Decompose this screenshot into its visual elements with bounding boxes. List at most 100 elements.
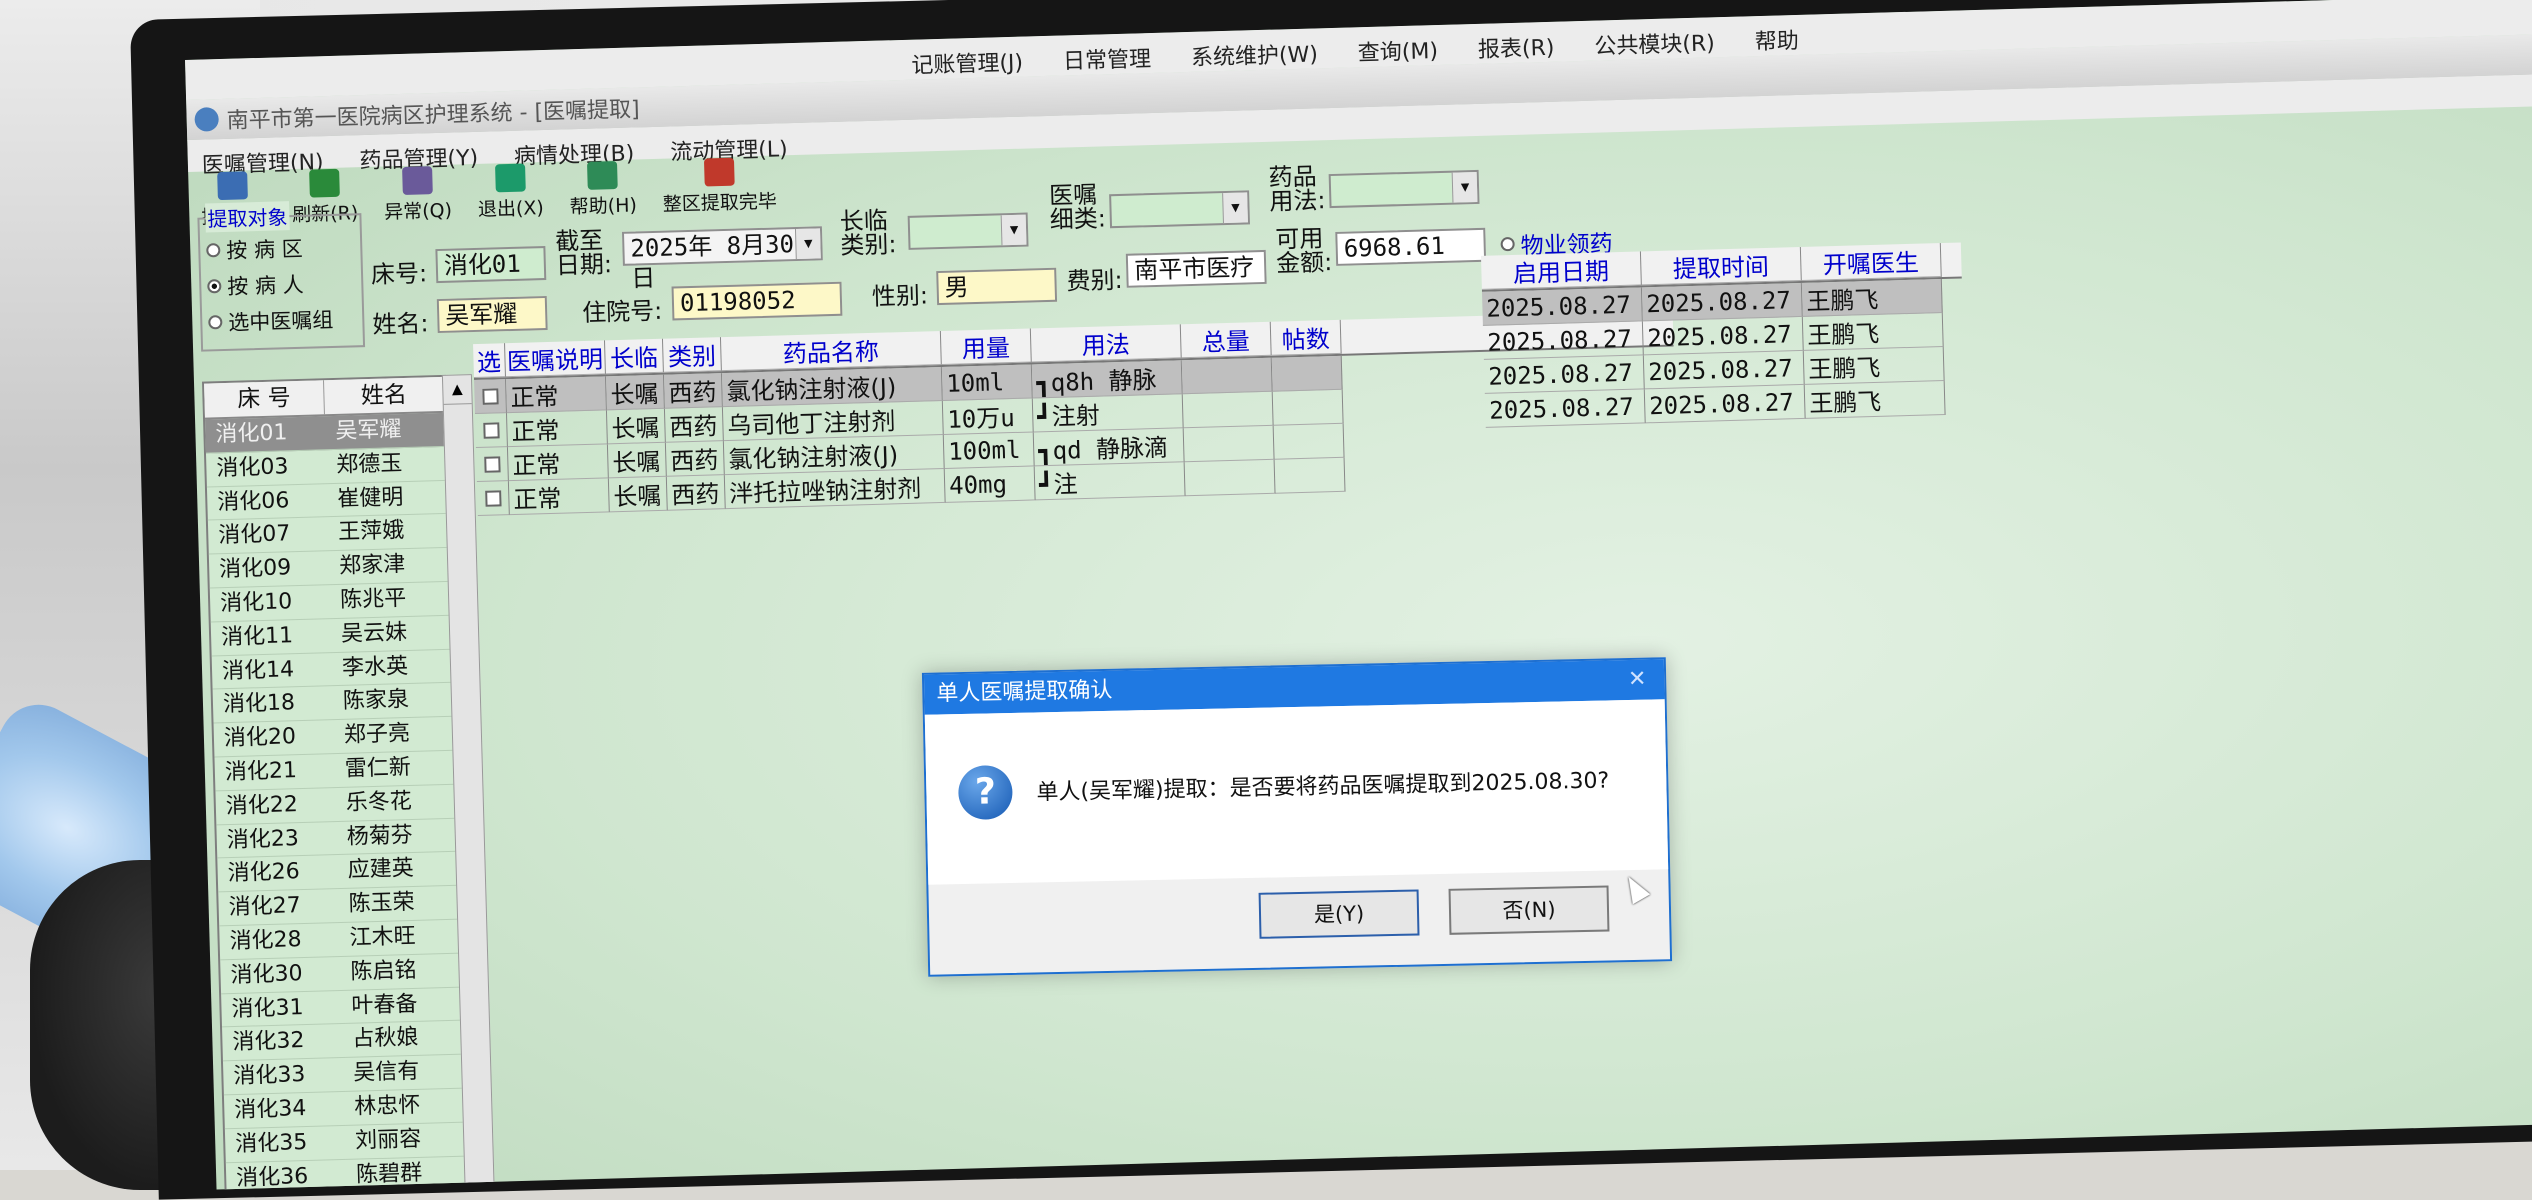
radio-selected-group[interactable]: 选中医嘱组	[208, 304, 334, 337]
dialog-message: 单人(吴军耀)提取：是否要将药品医嘱提取到2025.08.30?	[1036, 768, 1610, 806]
date-picker[interactable]: 2025年 8月30日 ▼	[621, 226, 823, 293]
menu-item-top[interactable]: 记账管理(J)	[905, 36, 1030, 79]
chevron-down-icon[interactable]: ▼	[1222, 192, 1248, 224]
orders-col-header[interactable]: 选	[473, 343, 506, 379]
order-cell	[1271, 355, 1343, 392]
amount-field[interactable]: 6968.61	[1335, 227, 1487, 266]
order-cell: 西药	[663, 373, 723, 409]
col-bed[interactable]: 床 号	[204, 380, 325, 418]
orders-col-header[interactable]: 医嘱说明	[505, 340, 606, 378]
patient-name: 林忠怀	[353, 1092, 421, 1120]
toolbar-button-label: 退出(X)	[477, 197, 545, 221]
patient-name: 郑家津	[338, 552, 406, 580]
toolbar-button-label: 异常(Q)	[383, 199, 453, 224]
order-checkbox[interactable]	[484, 489, 502, 507]
order-right-cell: 王鹏飞	[1802, 313, 1944, 351]
bed-field[interactable]: 消化01	[435, 246, 547, 284]
orders-right-col-header[interactable]: 提取时间	[1640, 246, 1802, 286]
menu-item-top[interactable]: 系统维护(W)	[1184, 28, 1324, 72]
menu-item-top[interactable]: 公共模块(R)	[1588, 17, 1722, 61]
order-cell: 正常	[508, 478, 610, 516]
scroll-up-icon[interactable]: ▲	[442, 375, 472, 405]
patient-bed: 消化03	[216, 454, 289, 482]
confirm-dialog: 单人医嘱提取确认 ✕ ? 单人(吴军耀)提取：是否要将药品医嘱提取到2025.0…	[921, 657, 1673, 977]
order-checkbox[interactable]	[481, 387, 499, 405]
orders-col-header[interactable]: 长临	[604, 338, 664, 375]
patient-bed: 消化34	[234, 1095, 307, 1123]
no-button[interactable]: 否(N)	[1448, 885, 1610, 935]
toolbar-button[interactable]: 异常(Q)	[383, 166, 452, 225]
patient-name: 郑德玉	[336, 450, 403, 478]
menu-item-top[interactable]: 报表(R)	[1471, 22, 1561, 64]
order-sub-label: 医嘱细类:	[1048, 180, 1107, 234]
question-icon: ?	[957, 764, 1013, 821]
chevron-down-icon[interactable]: ▼	[1000, 214, 1027, 246]
radio-by-ward[interactable]: 按 病 区	[206, 233, 303, 266]
patient-name: 陈启铭	[350, 957, 417, 985]
gender-label: 性别:	[871, 281, 929, 311]
order-cell: 正常	[507, 444, 609, 482]
orders-col-header[interactable]: 药品名称	[720, 331, 942, 372]
usage-select[interactable]: ▼	[1328, 169, 1480, 209]
fee-field[interactable]: 南平市医疗	[1125, 249, 1267, 288]
ward-extract-icon	[703, 157, 735, 187]
order-right-cell: 王鹏飞	[1804, 380, 1946, 419]
name-label: 姓名:	[372, 309, 429, 339]
patient-list: 床 号 姓名 消化01 吴军耀 消化03 郑德玉 消化06 崔健明 消化07 王萍娥 消化09 郑…	[201, 374, 469, 1190]
chevron-down-icon[interactable]: ▼	[1451, 171, 1478, 203]
chevron-down-icon[interactable]: ▼	[794, 228, 821, 260]
toolbar-button-label: 整区提取完毕	[662, 190, 778, 216]
order-select-cell[interactable]	[476, 481, 510, 517]
extract-target-title: 提取对象	[205, 201, 290, 233]
refresh-icon	[308, 168, 340, 198]
patient-bed: 消化32	[232, 1028, 305, 1056]
longtemp-select[interactable]: ▼	[907, 212, 1029, 250]
toolbar-button[interactable]: 退出(X)	[477, 163, 544, 222]
yes-button[interactable]: 是(Y)	[1258, 889, 1420, 939]
gender-field[interactable]: 男	[936, 267, 1058, 306]
app-logo-icon	[194, 107, 219, 132]
orders-right-col-header[interactable]: 开嘱医生	[1800, 243, 1942, 281]
order-select-cell[interactable]	[474, 413, 508, 449]
radio-by-patient[interactable]: 按 病 人	[207, 269, 304, 302]
menu-item-top[interactable]: 帮助	[1748, 15, 1805, 57]
name-field[interactable]: 吴军耀	[436, 295, 548, 334]
order-right-cell: 2025.08.27	[1641, 282, 1803, 322]
patient-bed: 消化21	[224, 758, 298, 786]
order-cell	[1273, 423, 1345, 460]
patient-name: 王萍娥	[337, 518, 405, 546]
radio-dot-selected	[207, 279, 222, 294]
order-checkbox[interactable]	[482, 421, 500, 439]
orders-col-header[interactable]: 帖数	[1270, 319, 1342, 356]
help-icon	[587, 160, 618, 190]
order-select-cell[interactable]	[474, 379, 507, 415]
patient-bed: 消化22	[225, 791, 299, 819]
orders-col-header[interactable]: 用法	[1030, 324, 1182, 363]
toolbar-button[interactable]: 整区提取完毕	[662, 157, 778, 217]
close-icon[interactable]: ✕	[1622, 660, 1653, 701]
menu-item-top[interactable]: 查询(M)	[1351, 25, 1444, 68]
orders-col-header[interactable]: 类别	[662, 337, 722, 373]
order-right-cell: 2025.08.27	[1481, 287, 1643, 326]
order-select-cell[interactable]	[475, 447, 509, 483]
toolbar-button[interactable]: 帮助(H)	[569, 160, 638, 219]
orders-col-header[interactable]: 用量	[940, 328, 1032, 365]
screen: 记账管理(J) 日常管理 系统维护(W) 查询(M) 报表(R) 公共模块(R) 帮助 南平…	[185, 0, 2532, 1190]
order-right-cell: 2025.08.27	[1482, 321, 1644, 360]
order-right-cell: 2025.08.27	[1644, 384, 1806, 424]
order-cell	[1184, 459, 1276, 497]
patient-name: 陈玉荣	[348, 890, 415, 917]
orders-col-header[interactable]: 总量	[1180, 321, 1272, 359]
order-sub-select[interactable]: ▼	[1109, 190, 1251, 229]
order-checkbox[interactable]	[483, 455, 501, 473]
dialog-body: ? 单人(吴军耀)提取：是否要将药品医嘱提取到2025.08.30?	[924, 699, 1669, 885]
order-right-cell: 2025.08.27	[1483, 355, 1645, 394]
menu-item-top[interactable]: 日常管理	[1056, 33, 1157, 76]
orders-right-col-header[interactable]: 启用日期	[1480, 251, 1642, 290]
radio-label: 按 病 区	[226, 236, 304, 263]
col-name[interactable]: 姓名	[323, 376, 445, 415]
admission-field[interactable]: 01198052	[671, 281, 843, 321]
order-right-cell: 2025.08.27	[1643, 350, 1805, 390]
order-cell: 正常	[506, 376, 607, 414]
patient-name: 雷仁新	[344, 754, 412, 782]
